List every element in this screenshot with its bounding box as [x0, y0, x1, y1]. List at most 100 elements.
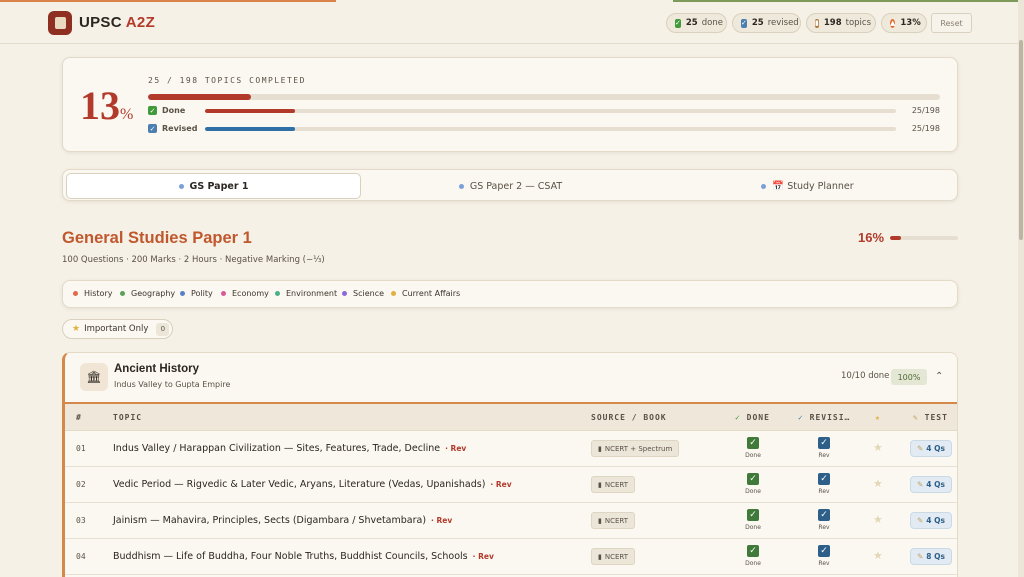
filter-history[interactable]: History — [73, 289, 112, 298]
header-revision[interactable]: ✓ REVISI… — [798, 413, 850, 422]
brand-name: UPSC — [79, 14, 122, 31]
table-row: 04 Buddhism — Life of Buddha, Four Noble… — [65, 539, 957, 575]
books-icon: ▮ — [598, 552, 602, 561]
revised-checkbox[interactable]: ✓ — [818, 437, 830, 449]
test-button[interactable]: ✎ 4 Qs — [910, 440, 952, 457]
row-topic[interactable]: Jainism — Mahavira, Principles, Sects (D… — [113, 515, 452, 526]
fire-icon: ▲ — [890, 18, 896, 28]
done-checkbox-label: Done — [745, 452, 761, 459]
test-count: 8 Qs — [926, 552, 945, 561]
table-row: 02 Vedic Period — Rigvedic & Later Vedic… — [65, 467, 957, 503]
star-icon[interactable]: ★ — [873, 549, 883, 562]
filter-label: History — [84, 289, 113, 298]
revised-row-label: ✓ Revised — [148, 124, 197, 133]
topics-stat-pill: ▮ 198 topics — [806, 13, 876, 33]
rev-tag: · Rev — [445, 444, 467, 453]
filter-geography[interactable]: Geography — [120, 289, 175, 298]
paper-progress-bar — [890, 236, 958, 240]
app-brand[interactable]: UPSC A2Z — [79, 14, 155, 31]
done-stat-pill: ✓ 25 done — [666, 13, 727, 33]
row-topic[interactable]: Buddhism — Life of Buddha, Four Noble Tr… — [113, 551, 494, 562]
filter-label: Polity — [191, 289, 213, 298]
filter-science[interactable]: Science — [342, 289, 384, 298]
source-text: NCERT — [604, 552, 629, 561]
top-bar: UPSC A2Z ✓ 25 done ✓ 25 revised ▮ 198 topic… — [0, 0, 1018, 44]
test-button[interactable]: ✎ 4 Qs — [910, 476, 952, 493]
header-revision-label: REVISI… — [809, 413, 851, 422]
revised-checkbox-label: Rev — [818, 524, 830, 531]
revised-checkbox[interactable]: ✓ — [818, 545, 830, 557]
filter-label: Geography — [131, 289, 176, 298]
percent-stat-pill: ▲ 13% — [881, 13, 927, 33]
filter-current-affairs[interactable]: Current Affairs — [391, 289, 460, 298]
header-done-label: DONE — [746, 413, 770, 422]
top-progress-3 — [673, 0, 1018, 2]
books-icon: ▮ — [598, 480, 602, 489]
app-logo[interactable] — [48, 11, 72, 35]
section-ancient-history: 🏛 Ancient History Indus Valley to Gupta … — [62, 352, 958, 577]
table-row: 01 Indus Valley / Harappan Civilization … — [65, 431, 957, 467]
test-count: 4 Qs — [926, 444, 945, 453]
star-icon[interactable]: ★ — [873, 477, 883, 490]
paper-subtitle: 100 Questions · 200 Marks · 2 Hours · Ne… — [62, 255, 325, 265]
done-progress-label: Done — [162, 106, 186, 115]
topics-count: 198 — [823, 18, 842, 28]
done-checkbox[interactable]: ✓ — [747, 437, 759, 449]
overall-percent-value: 13 — [80, 83, 120, 128]
paper-percent: 16% — [858, 230, 885, 245]
header-percent: 13% — [900, 18, 921, 28]
done-checkbox[interactable]: ✓ — [747, 509, 759, 521]
done-checkbox-label: Done — [745, 560, 761, 567]
table-row: 03 Jainism — Mahavira, Principles, Sects… — [65, 503, 957, 539]
filter-label: Environment — [286, 289, 338, 298]
filter-dot-icon — [180, 291, 185, 296]
test-button[interactable]: ✎ 8 Qs — [910, 548, 952, 565]
done-checkbox[interactable]: ✓ — [747, 545, 759, 557]
revised-progress-fill — [205, 127, 295, 131]
filter-label: Science — [353, 289, 385, 298]
header-topic[interactable]: TOPIC — [113, 413, 142, 422]
important-label: Important Only — [84, 324, 149, 334]
tab-gs-paper-1[interactable]: GS Paper 1 — [66, 173, 361, 199]
test-button[interactable]: ✎ 4 Qs — [910, 512, 952, 529]
filter-dot-icon — [342, 291, 347, 296]
filter-environment[interactable]: Environment — [275, 289, 337, 298]
row-number: 01 — [76, 444, 86, 453]
tab-gs-paper-2[interactable]: GS Paper 2 — CSAT — [363, 173, 658, 199]
tab-dot-icon — [761, 183, 767, 189]
revised-icon: ✓ — [798, 413, 804, 422]
star-icon[interactable]: ★ — [873, 513, 883, 526]
row-number: 04 — [76, 552, 86, 561]
row-topic-text: Buddhism — Life of Buddha, Four Noble Tr… — [113, 551, 468, 562]
progress-card — [62, 57, 958, 152]
filter-dot-icon — [275, 291, 280, 296]
source-text: NCERT + Spectrum — [604, 444, 673, 453]
overall-progress-bar — [148, 94, 940, 100]
header-done[interactable]: ✓ DONE — [735, 413, 770, 422]
scrollbar-thumb[interactable] — [1019, 40, 1023, 240]
important-only-toggle[interactable]: ★ Important Only 0 — [62, 319, 173, 339]
row-topic[interactable]: Vedic Period — Rigvedic & Later Vedic, A… — [113, 479, 512, 490]
filter-economy[interactable]: Economy — [221, 289, 269, 298]
revised-checkbox[interactable]: ✓ — [818, 473, 830, 485]
top-progress-1 — [0, 0, 336, 2]
revised-label: revised — [767, 18, 799, 28]
tab-study-planner[interactable]: 📅 Study Planner — [660, 173, 955, 199]
chevron-up-icon[interactable]: ⌃ — [935, 371, 943, 382]
row-number: 03 — [76, 516, 86, 525]
filter-dot-icon — [120, 291, 125, 296]
revised-progress-label: Revised — [162, 124, 198, 133]
brand-accent: A2Z — [125, 14, 156, 31]
reset-button[interactable]: Reset — [931, 13, 972, 33]
filter-polity[interactable]: Polity — [180, 289, 213, 298]
done-checkbox[interactable]: ✓ — [747, 473, 759, 485]
overall-percent: 13% — [80, 86, 133, 135]
overall-progress-fill — [148, 94, 251, 100]
star-icon[interactable]: ★ — [873, 441, 883, 454]
books-icon: ▮ — [598, 444, 602, 453]
row-topic[interactable]: Indus Valley / Harappan Civilization — S… — [113, 443, 466, 454]
header-source[interactable]: SOURCE / BOOK — [591, 413, 667, 422]
done-label: done — [701, 18, 723, 28]
header-test[interactable]: ✎ TEST — [913, 413, 948, 422]
revised-checkbox[interactable]: ✓ — [818, 509, 830, 521]
